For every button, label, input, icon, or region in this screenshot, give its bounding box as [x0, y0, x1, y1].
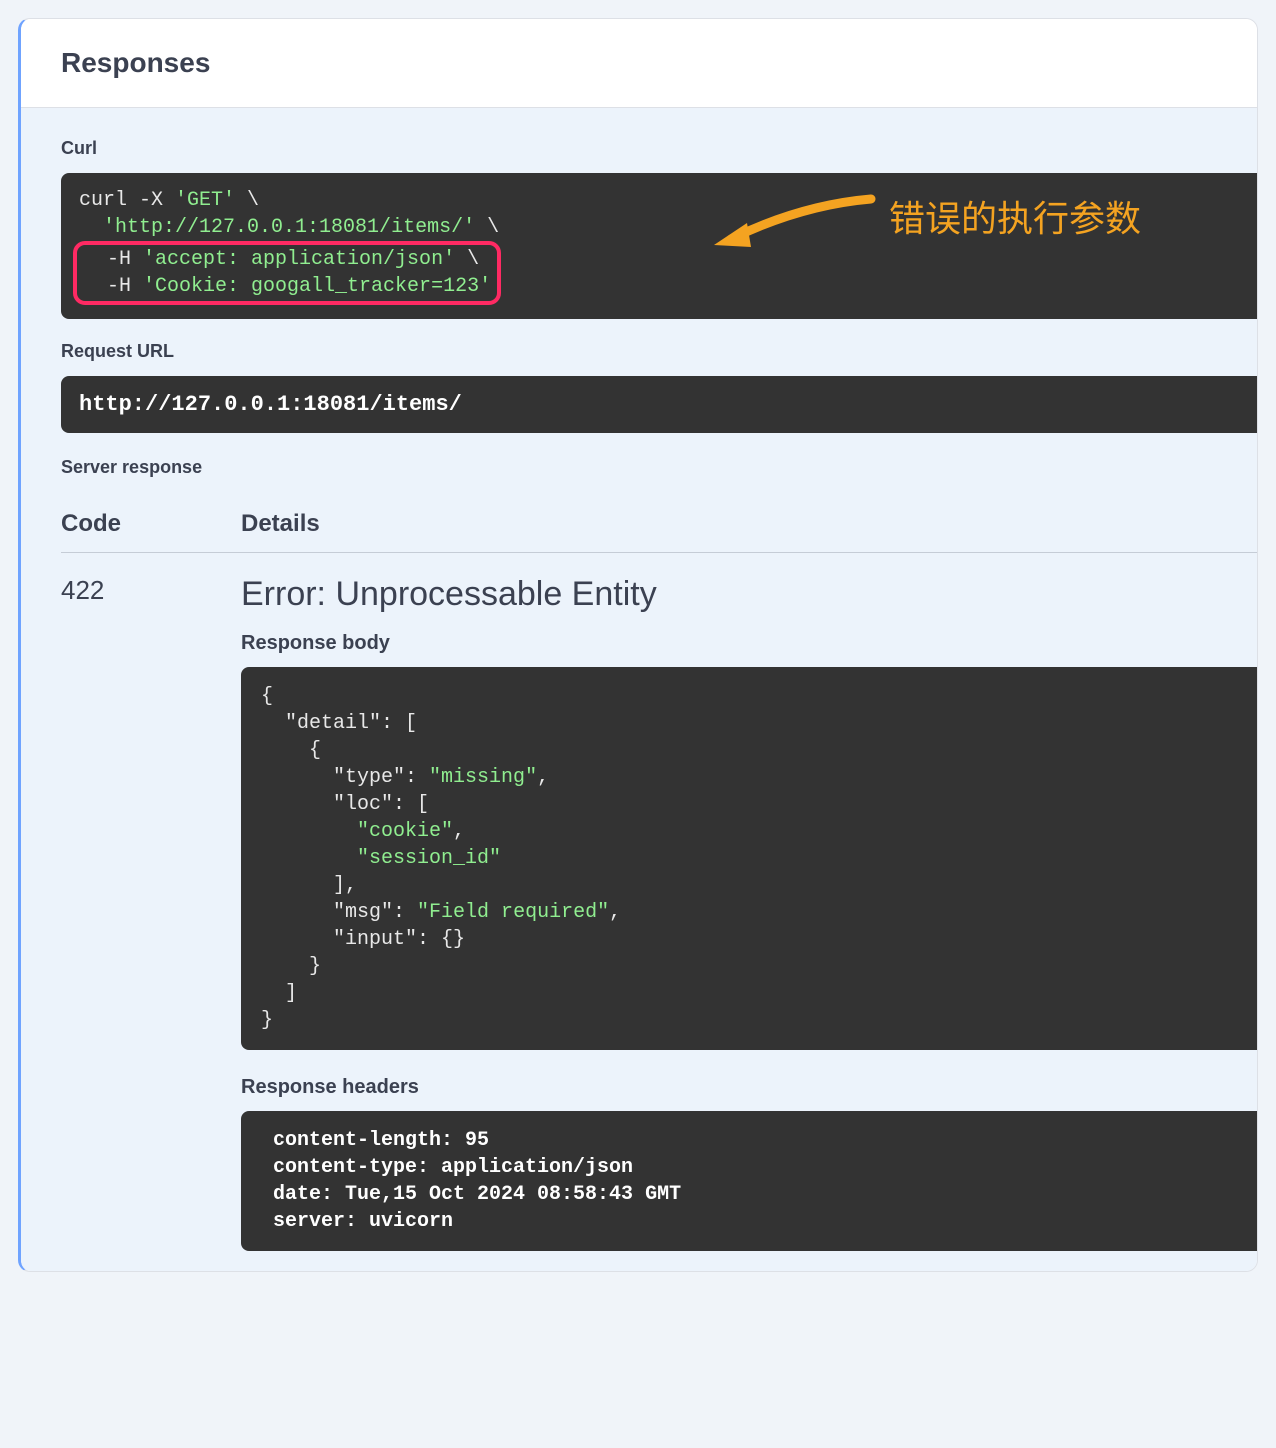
column-details: Details	[241, 510, 1257, 538]
json-text: "type"	[333, 766, 405, 789]
curl-text: \	[475, 216, 499, 239]
error-title: Error: Unprocessable Entity	[241, 575, 1257, 614]
json-text: : {}	[417, 928, 465, 951]
curl-text	[79, 216, 103, 239]
column-code: Code	[61, 510, 241, 538]
json-text: :	[393, 901, 417, 924]
arrow-left-icon	[711, 187, 881, 257]
json-text	[261, 712, 285, 735]
json-text: : [	[381, 712, 417, 735]
status-code: 422	[61, 575, 241, 606]
json-text: ,	[609, 901, 621, 924]
json-text: ,	[453, 820, 465, 843]
curl-text: 'accept: application/json'	[143, 248, 455, 271]
json-text	[261, 901, 333, 924]
request-url-label: Request URL	[61, 341, 1257, 362]
response-columns-header: Code Details	[61, 492, 1257, 553]
json-text: "cookie"	[357, 820, 453, 843]
curl-text: -H	[83, 275, 143, 298]
json-text: }	[261, 955, 321, 978]
highlighted-error-line: -H 'accept: application/json' \ -H 'Cook…	[73, 241, 501, 305]
json-text: {	[261, 739, 321, 762]
json-text	[261, 793, 333, 816]
json-text	[261, 847, 357, 870]
curl-label: Curl	[61, 138, 1257, 159]
json-text	[261, 928, 333, 951]
response-body-codeblock[interactable]: { "detail": [ { "type": "missing", "loc"…	[241, 667, 1257, 1050]
curl-text: -H	[83, 248, 143, 271]
json-text: ,	[537, 766, 549, 789]
json-text: }	[261, 1009, 273, 1032]
annotation-callout: 错误的执行参数	[711, 187, 1141, 257]
curl-text: curl -X	[79, 189, 175, 212]
response-row: 422 Error: Unprocessable Entity Response…	[61, 553, 1257, 1251]
json-text	[261, 820, 357, 843]
json-text: "session_id"	[357, 847, 501, 870]
response-headers-codeblock[interactable]: content-length: 95 content-type: applica…	[241, 1111, 1257, 1251]
json-text	[261, 766, 333, 789]
response-body-label: Response body	[241, 632, 1257, 655]
curl-text: 'Cookie: googall_tracker=123'	[143, 275, 491, 298]
json-text: "Field required"	[417, 901, 609, 924]
response-details: Error: Unprocessable Entity Response bod…	[241, 575, 1257, 1251]
response-headers-label: Response headers	[241, 1076, 1257, 1099]
json-text: ]	[261, 982, 297, 1005]
json-text: "detail"	[285, 712, 381, 735]
annotation-text: 错误的执行参数	[889, 198, 1141, 247]
json-text: :	[405, 766, 429, 789]
curl-codeblock[interactable]: curl -X 'GET' \ 'http://127.0.0.1:18081/…	[61, 173, 1257, 319]
json-text: {	[261, 685, 273, 708]
responses-card: Responses Curl curl -X 'GET' \ 'http://1…	[18, 18, 1258, 1272]
request-url-value[interactable]: http://127.0.0.1:18081/items/	[61, 376, 1257, 433]
json-text: ],	[261, 874, 357, 897]
curl-text: 'http://127.0.0.1:18081/items/'	[103, 216, 475, 239]
json-text: "msg"	[333, 901, 393, 924]
responses-body: Curl curl -X 'GET' \ 'http://127.0.0.1:1…	[21, 107, 1257, 1271]
curl-text: 'GET'	[175, 189, 235, 212]
json-text: "loc"	[333, 793, 393, 816]
curl-text: \	[455, 248, 479, 271]
json-text: "missing"	[429, 766, 537, 789]
server-response-label: Server response	[61, 457, 1257, 478]
json-text: : [	[393, 793, 429, 816]
responses-title: Responses	[21, 19, 1257, 107]
curl-text: \	[235, 189, 259, 212]
json-text: "input"	[333, 928, 417, 951]
